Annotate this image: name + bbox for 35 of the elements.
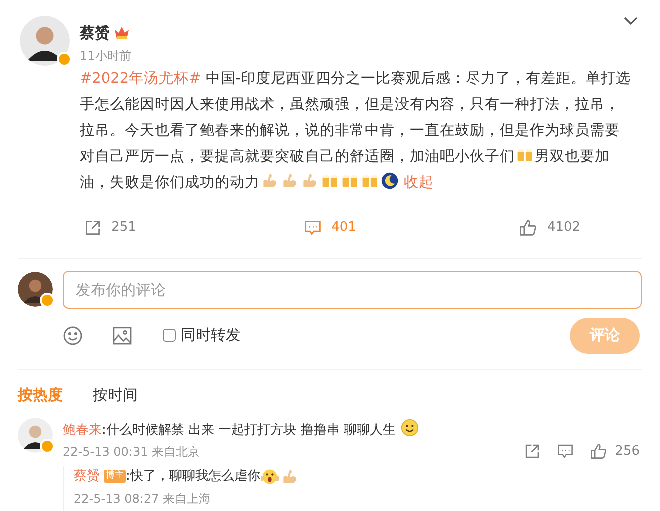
author-tag: 博主 <box>104 470 126 483</box>
comment-icon <box>304 218 322 236</box>
checkbox[interactable] <box>163 329 176 342</box>
like-action[interactable]: 4102 <box>519 218 581 238</box>
comment-icon <box>557 443 574 460</box>
sort-tab[interactable]: 按热度 <box>18 384 63 406</box>
commenter-name[interactable]: 鲍春来 <box>63 423 102 438</box>
comment-text: 鲍春来:什么时候解禁 出来 一起打打方块 撸撸串 聊聊人生 <box>63 419 640 442</box>
share-icon <box>524 443 542 460</box>
crown-icon <box>114 26 130 40</box>
thumbs-up-icon <box>590 443 608 460</box>
checkbox-label[interactable]: 同时转发 <box>181 324 241 347</box>
like-action[interactable]: 256 <box>590 442 640 462</box>
author-name[interactable]: 蔡赟 <box>80 22 110 44</box>
screaming-emoji-icon <box>261 468 280 486</box>
repost-action[interactable]: 251 <box>84 218 136 238</box>
image-icon[interactable] <box>113 326 132 344</box>
comment-meta: 22-5-13 00:31 来自北京 <box>63 444 200 461</box>
chevron-down-icon[interactable] <box>624 16 638 26</box>
collapse-link[interactable]: 收起 <box>404 174 434 190</box>
share-icon <box>84 218 102 236</box>
reply-text: :快了，聊聊我怎么虐你 <box>126 468 260 486</box>
avatar[interactable] <box>20 16 70 66</box>
smile-emoji-icon <box>401 419 420 437</box>
thumbs-up-icon <box>519 218 538 236</box>
reply-meta: 22-5-13 08:27 来自上海 <box>74 490 212 508</box>
commenter-name[interactable]: 蔡赟 <box>74 466 100 488</box>
comment-action[interactable]: 401 <box>304 218 356 238</box>
moon-emoji-icon <box>381 172 399 190</box>
smiley-icon[interactable] <box>63 326 83 346</box>
post-time: 11小时前 <box>80 48 132 64</box>
hashtag-link[interactable]: #2022年汤尤杯# <box>80 70 202 86</box>
comment-input[interactable]: 发布你的评论 <box>63 270 642 308</box>
sort-tab[interactable]: 按时间 <box>93 384 138 406</box>
post-text: #2022年汤尤杯# 中国-印度尼西亚四分之一比赛观后感：尽力了，有差距。单打选手怎么能因时因人来使用战术，虽然顽强，但是没有内容，只有一种打法，拉吊，拉吊。今天也看了鲍春来的解说，说的非常中肯，一直在鼓励，但是作为球员需要对自己严厉一点，要提高就要突破自己的舒适圈，加油吧小伙子们 男双也要加油，失败是你们成功的动力 收起 <box>80 70 632 192</box>
